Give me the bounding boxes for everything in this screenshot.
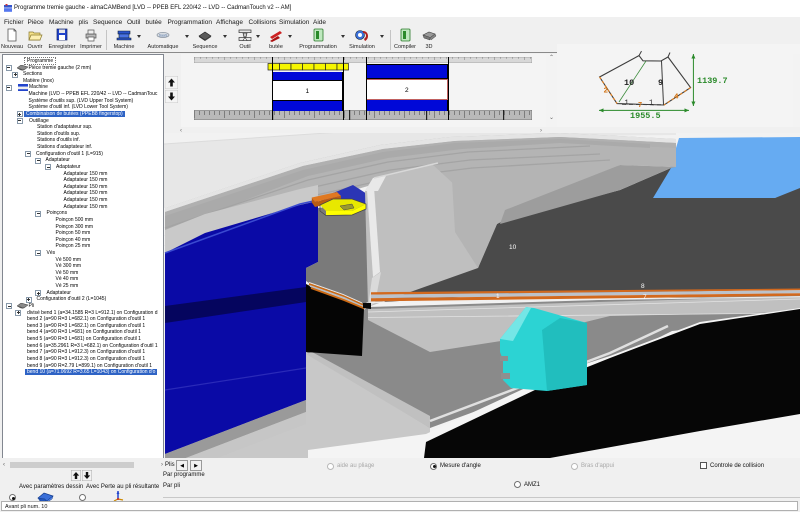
svg-text:7: 7	[643, 294, 647, 301]
svg-text:4: 4	[674, 94, 679, 102]
svg-text:1: 1	[625, 100, 629, 108]
svg-text:1139.7: 1139.7	[697, 76, 728, 86]
svg-text:1955.5: 1955.5	[630, 111, 661, 121]
svg-text:SaaS: SaaS	[159, 34, 168, 38]
svg-text:9: 9	[658, 78, 663, 88]
svg-text:10: 10	[509, 244, 517, 251]
svg-text:2: 2	[604, 88, 609, 96]
svg-text:1: 1	[649, 100, 653, 108]
svg-text:7: 7	[638, 102, 642, 110]
svg-text:10: 10	[624, 78, 634, 88]
svg-text:8: 8	[641, 283, 645, 290]
svg-text:1: 1	[496, 293, 500, 300]
